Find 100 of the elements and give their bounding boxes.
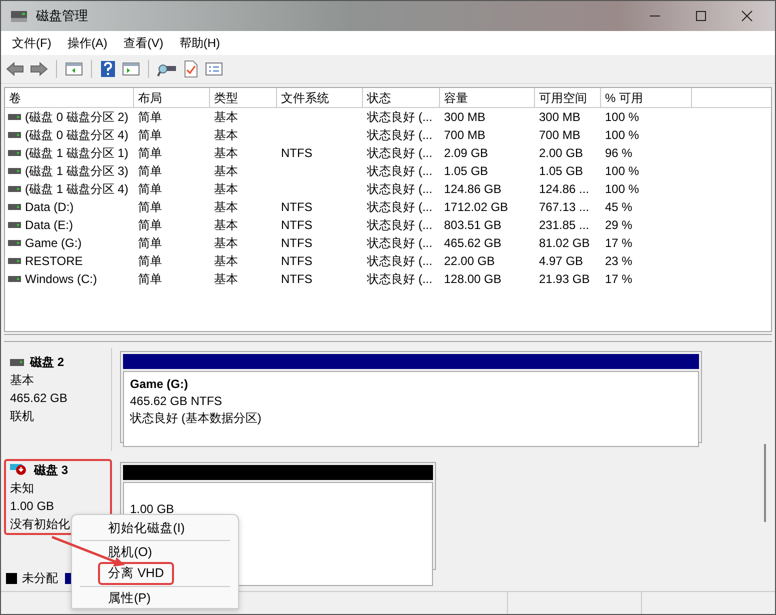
- table-cell: 17 %: [605, 272, 632, 286]
- menu-item[interactable]: 查看(V): [123, 34, 164, 52]
- legend-label: 未分配: [22, 570, 58, 587]
- table-cell: 4.97 GB: [539, 254, 584, 268]
- table-cell: 状态良好 (...: [367, 108, 432, 126]
- table-cell: 状态良好 (...: [367, 126, 432, 144]
- table-cell: 简单: [138, 234, 162, 252]
- table-cell: 100 %: [605, 128, 640, 142]
- drive-icon: [8, 240, 21, 246]
- column-header[interactable]: 容量: [440, 88, 535, 107]
- table-cell: 45 %: [605, 200, 632, 214]
- table-cell: 基本: [214, 270, 238, 288]
- panel-icon[interactable]: [65, 61, 83, 77]
- drive-icon: [10, 358, 24, 366]
- table-cell: 状态良好 (...: [367, 162, 432, 180]
- table-cell: 基本: [214, 252, 238, 270]
- back-arrow-icon[interactable]: [6, 61, 24, 77]
- table-cell: Data (D:): [25, 200, 74, 214]
- table-cell: 基本: [214, 126, 238, 144]
- table-cell: (磁盘 0 磁盘分区 2): [25, 108, 128, 126]
- table-cell: 状态良好 (...: [367, 198, 432, 216]
- drive-icon: [8, 114, 21, 120]
- close-icon[interactable]: [741, 10, 753, 22]
- disk-type: 未知: [10, 480, 35, 496]
- column-header[interactable]: 布局: [134, 88, 210, 107]
- table-cell: 1.05 GB: [539, 164, 584, 178]
- panel-icon[interactable]: [122, 61, 140, 77]
- table-cell: 基本: [214, 144, 238, 162]
- table-cell: 基本: [214, 162, 238, 180]
- table-cell: 700 MB: [539, 128, 580, 142]
- table-cell: 基本: [214, 216, 238, 234]
- window-title: 磁盘管理: [36, 7, 88, 25]
- table-cell: 状态良好 (...: [367, 252, 432, 270]
- disk-size: 465.62 GB: [10, 390, 68, 406]
- drive-icon: [8, 222, 21, 228]
- column-header[interactable]: 文件系统: [277, 88, 363, 107]
- drive-icon: [8, 258, 21, 264]
- table-cell: 状态良好 (...: [367, 270, 432, 288]
- table-cell: 300 MB: [444, 110, 486, 124]
- partition-size: 1.00 GB: [130, 501, 176, 518]
- properties-icon[interactable]: [205, 61, 223, 77]
- table-cell: 124.86 GB: [444, 182, 502, 196]
- table-cell: 简单: [138, 198, 162, 216]
- table-cell: 状态良好 (...: [367, 180, 432, 198]
- disk-status: 没有初始化: [10, 516, 71, 532]
- disk-icon: [10, 9, 28, 23]
- menu-item[interactable]: 帮助(H): [179, 34, 220, 52]
- table-cell: 23 %: [605, 254, 632, 268]
- table-cell: 状态良好 (...: [367, 234, 432, 252]
- partition-name: Game (G:): [130, 376, 190, 393]
- forward-arrow-icon[interactable]: [30, 61, 48, 77]
- table-cell: 2.00 GB: [539, 146, 584, 160]
- table-cell: 简单: [138, 126, 162, 144]
- table-cell: (磁盘 0 磁盘分区 4): [25, 126, 128, 144]
- table-cell: 基本: [214, 198, 238, 216]
- maximize-icon[interactable]: [695, 10, 707, 22]
- column-header[interactable]: 卷: [5, 88, 134, 107]
- table-cell: (磁盘 1 磁盘分区 3): [25, 162, 128, 180]
- table-cell: 96 %: [605, 146, 632, 160]
- drive-icon: [8, 150, 21, 156]
- checklist-icon[interactable]: [183, 60, 199, 78]
- drive-error-icon: [10, 463, 28, 477]
- table-cell: NTFS: [281, 254, 312, 268]
- table-cell: 简单: [138, 180, 162, 198]
- table-cell: 17 %: [605, 236, 632, 250]
- table-cell: NTFS: [281, 236, 312, 250]
- table-cell: 81.02 GB: [539, 236, 590, 250]
- disk-status: 联机: [10, 408, 35, 424]
- table-cell: (磁盘 1 磁盘分区 1): [25, 144, 128, 162]
- table-cell: 简单: [138, 252, 162, 270]
- column-header[interactable]: 状态: [363, 88, 440, 107]
- table-cell: 231.85 ...: [539, 218, 590, 232]
- table-cell: 465.62 GB: [444, 236, 502, 250]
- scrollbar-thumb[interactable]: [764, 444, 766, 522]
- table-cell: 21.93 GB: [539, 272, 590, 286]
- disk-size: 1.00 GB: [10, 498, 56, 514]
- help-icon[interactable]: [100, 60, 116, 78]
- table-cell: Data (E:): [25, 218, 74, 232]
- table-cell: 22.00 GB: [444, 254, 495, 268]
- menu-item[interactable]: 操作(A): [67, 34, 108, 52]
- column-header[interactable]: 可用空间: [535, 88, 601, 107]
- table-cell: 700 MB: [444, 128, 486, 142]
- table-cell: 简单: [138, 162, 162, 180]
- table-cell: 100 %: [605, 164, 640, 178]
- table-cell: NTFS: [281, 146, 312, 160]
- menu-item[interactable]: 属性(P): [100, 589, 159, 608]
- menu-item[interactable]: 文件(F): [12, 34, 52, 52]
- table-cell: 300 MB: [539, 110, 580, 124]
- table-cell: 简单: [138, 270, 162, 288]
- table-cell: 1.05 GB: [444, 164, 488, 178]
- table-cell: 基本: [214, 108, 238, 126]
- table-cell: 简单: [138, 108, 162, 126]
- table-cell: 1712.02 GB: [444, 200, 508, 214]
- disk-type: 基本: [10, 372, 35, 388]
- drive-icon: [8, 186, 21, 192]
- table-cell: 29 %: [605, 218, 632, 232]
- column-header[interactable]: % 可用: [601, 88, 692, 107]
- drive-icon: [8, 276, 21, 282]
- column-header[interactable]: 类型: [210, 88, 277, 107]
- partition-status: 状态良好 (基本数据分区): [130, 410, 262, 427]
